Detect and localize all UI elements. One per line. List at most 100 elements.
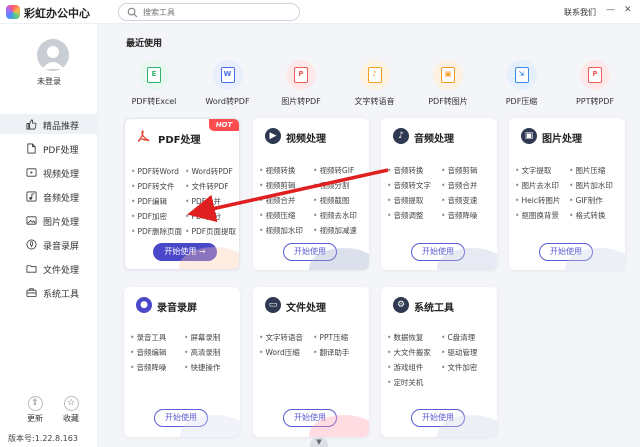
- tool-item[interactable]: 音频提取: [387, 195, 423, 206]
- tool-item[interactable]: 数据恢复: [387, 332, 423, 343]
- tool-item[interactable]: Word转PDF: [185, 166, 232, 177]
- tool-item[interactable]: PDF页面提取: [185, 226, 236, 237]
- tool-item[interactable]: 文字提取: [515, 165, 551, 176]
- sidebar-item-pdf[interactable]: PDF处理: [0, 138, 98, 158]
- tool-item[interactable]: PDF拆分: [185, 211, 221, 222]
- tool-item[interactable]: PDF删除页面: [131, 226, 182, 237]
- pdf-acrobat-icon: [138, 130, 150, 142]
- tool-item[interactable]: 音频转文字: [387, 180, 431, 191]
- tool-item[interactable]: 高清录制: [184, 347, 220, 358]
- sidebar-item-video[interactable]: 视频处理: [0, 162, 98, 182]
- folder-video-icon: ▶: [265, 128, 281, 144]
- tool-item[interactable]: 翻译助手: [313, 347, 349, 358]
- tool-item[interactable]: 快捷操作: [184, 362, 220, 373]
- update-label: 更新: [27, 414, 43, 423]
- hot-badge: HOT: [209, 119, 239, 131]
- video-card[interactable]: ▶ 视频处理 视频转换 视频转GIF 视频剪辑 视频分割 视频合并 视频截图 视…: [253, 118, 369, 270]
- recent-tool-label: PDF转Excel: [131, 97, 177, 106]
- search-box[interactable]: [118, 3, 300, 21]
- tool-item[interactable]: 驱动管理: [441, 347, 477, 358]
- close-icon[interactable]: ✕: [624, 5, 632, 15]
- search-icon: [127, 7, 138, 18]
- tool-item[interactable]: 文件转PDF: [185, 181, 228, 192]
- tool-item[interactable]: 视频分割: [313, 180, 349, 191]
- tool-item[interactable]: 音频剪辑: [441, 165, 477, 176]
- tool-item[interactable]: 视频压缩: [259, 210, 295, 221]
- tool-item[interactable]: 视频转换: [259, 165, 295, 176]
- tool-item[interactable]: C盘清理: [441, 332, 475, 343]
- sidebar-item-file[interactable]: 文件处理: [0, 258, 98, 278]
- tool-item[interactable]: 视频加水印: [259, 225, 303, 236]
- tool-item[interactable]: 音频调整: [387, 210, 423, 221]
- tool-item[interactable]: PDF转文件: [131, 181, 174, 192]
- card-title: 录音录屏: [157, 303, 197, 314]
- tool-item[interactable]: 音频降噪: [130, 362, 166, 373]
- sidebar-item-image[interactable]: 图片处理: [0, 210, 98, 230]
- card-title: 图片处理: [542, 134, 582, 145]
- scroll-down-handle[interactable]: ▼: [310, 437, 328, 447]
- tool-item[interactable]: 视频转GIF: [313, 165, 354, 176]
- tool-item[interactable]: 音频转换: [387, 165, 423, 176]
- tool-item[interactable]: PDF合并: [185, 196, 221, 207]
- sidebar-item-featured[interactable]: 精品推荐: [0, 114, 98, 134]
- tool-item[interactable]: Heic转图片: [515, 195, 560, 206]
- sidebar-item-label: PDF处理: [43, 146, 79, 156]
- system-card[interactable]: ⚙ 系统工具 数据恢复 C盘清理 大文件搬家 驱动管理 游戏组件 文件加密 定时…: [381, 287, 497, 437]
- star-icon: ☆: [63, 396, 79, 411]
- tool-item[interactable]: PDF加密: [131, 211, 167, 222]
- recent-tool-label: PPT转PDF: [575, 97, 615, 106]
- favorite-button[interactable]: ☆ 收藏: [56, 396, 86, 424]
- document-icon: ♪: [367, 67, 382, 83]
- avatar[interactable]: [37, 39, 69, 71]
- tool-item[interactable]: 游戏组件: [387, 362, 423, 373]
- sidebar-item-label: 图片处理: [43, 218, 80, 228]
- tool-item[interactable]: 抠图换背景: [515, 210, 559, 221]
- tool-item[interactable]: 视频去水印: [313, 210, 357, 221]
- tool-item[interactable]: PDF编辑: [131, 196, 167, 207]
- sidebar-item-system[interactable]: 系统工具: [0, 282, 98, 302]
- tool-item[interactable]: 图片去水印: [515, 180, 559, 191]
- sidebar-item-recording[interactable]: 录音录屏: [0, 234, 98, 254]
- recent-tool-label: PDF转图片: [428, 97, 468, 106]
- pdf-card[interactable]: HOT PDF处理 PDF转Word Word转PDF PDF转文件 文件转PD…: [124, 118, 240, 270]
- tool-item[interactable]: PPT压缩: [313, 332, 348, 343]
- minimize-icon[interactable]: —: [606, 5, 615, 15]
- tool-item[interactable]: 大文件搬家: [387, 347, 431, 358]
- tool-item[interactable]: 图片压缩: [569, 165, 605, 176]
- tool-item[interactable]: 音频合并: [441, 180, 477, 191]
- video-icon: [26, 168, 37, 177]
- thumbs-up-icon: [26, 119, 37, 130]
- tool-item[interactable]: PDF转Word: [131, 166, 178, 177]
- tool-item[interactable]: GIF制作: [569, 195, 602, 206]
- update-button[interactable]: ⇧ 更新: [20, 396, 50, 424]
- sidebar-item-label: 录音录屏: [43, 242, 80, 252]
- tool-item[interactable]: 音频变速: [441, 195, 477, 206]
- tool-item[interactable]: 定时关机: [387, 377, 423, 388]
- microphone-icon: [26, 239, 37, 250]
- tool-item[interactable]: 图片加水印: [569, 180, 613, 191]
- recent-tool-label: 图片转PDF: [281, 97, 321, 106]
- contact-us-link[interactable]: 联系我们: [564, 7, 596, 18]
- tool-item[interactable]: 音频编辑: [130, 347, 166, 358]
- tool-item[interactable]: 视频加减速: [313, 225, 357, 236]
- tool-item[interactable]: 文件加密: [441, 362, 477, 373]
- sidebar-item-audio[interactable]: 音频处理: [0, 186, 98, 206]
- image-card[interactable]: ▣ 图片处理 文字提取 图片压缩 图片去水印 图片加水印 Heic转图片 GIF…: [509, 118, 625, 270]
- upload-icon: ⇧: [27, 396, 43, 411]
- recording-card[interactable]: ● 录音录屏 录音工具 屏幕录制 音频编辑 高清录制 音频降噪 快捷操作 开始使…: [124, 287, 240, 437]
- tool-item[interactable]: 视频剪辑: [259, 180, 295, 191]
- tool-item[interactable]: 视频合并: [259, 195, 295, 206]
- tool-item[interactable]: Word压缩: [259, 347, 299, 358]
- tool-item[interactable]: 视频截图: [313, 195, 349, 206]
- tool-item[interactable]: 录音工具: [130, 332, 166, 343]
- sidebar-item-label: 音频处理: [43, 194, 80, 204]
- audio-card[interactable]: ♪ 音频处理 音频转换 音频剪辑 音频转文字 音频合并 音频提取 音频变速 音频…: [381, 118, 497, 270]
- tool-item[interactable]: 格式转换: [569, 210, 605, 221]
- tool-item[interactable]: 音频降噪: [441, 210, 477, 221]
- tool-item[interactable]: 文字转语音: [259, 332, 303, 343]
- search-input[interactable]: [143, 6, 293, 18]
- file-card[interactable]: ▭ 文件处理 文字转语音 PPT压缩 Word压缩 翻译助手 开始使用: [253, 287, 369, 437]
- login-status[interactable]: 未登录: [0, 76, 98, 87]
- picture-icon: ▣: [521, 128, 537, 144]
- tool-item[interactable]: 屏幕录制: [184, 332, 220, 343]
